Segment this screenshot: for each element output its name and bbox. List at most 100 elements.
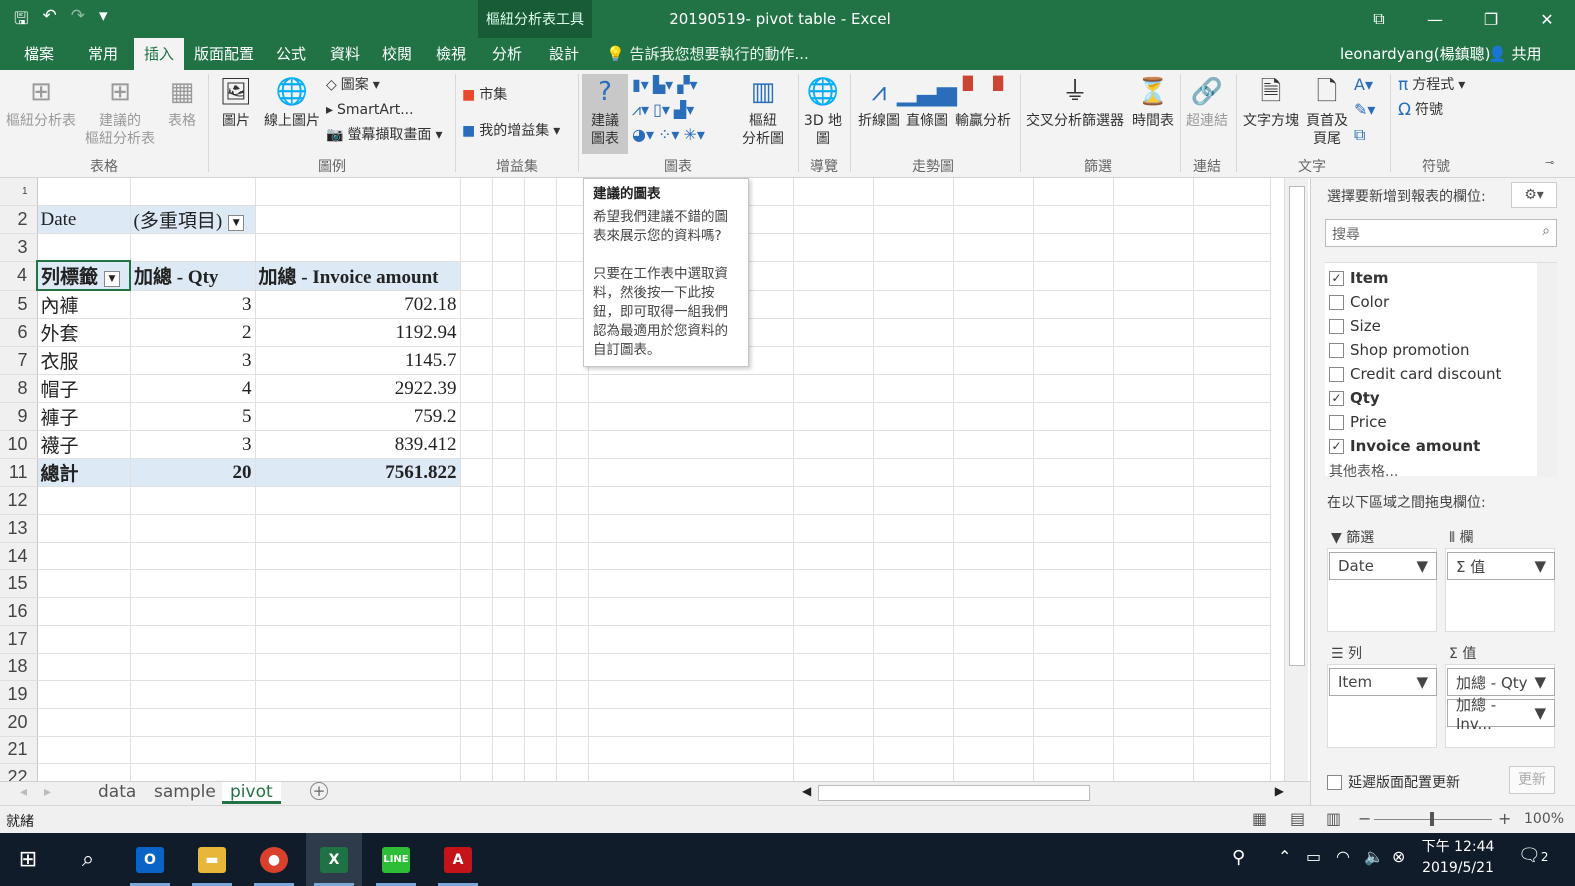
filter-value-cell[interactable]: (多重項目) ▼ <box>130 205 256 235</box>
row-number[interactable]: 13 <box>0 514 38 543</box>
pictures-button[interactable]: 🖼 圖片 <box>214 74 258 130</box>
wordart-button[interactable]: A▾ <box>1354 74 1373 96</box>
dropdown-arrow-icon[interactable]: ▼ <box>1416 673 1428 691</box>
table-cell[interactable]: 2 <box>130 318 256 348</box>
table-cell[interactable]: 3 <box>130 430 256 460</box>
checkbox-checked[interactable]: ✓ <box>1329 438 1344 454</box>
grand-total-invoice[interactable]: 7561.822 <box>255 458 461 488</box>
table-cell[interactable]: 帽子 <box>37 374 131 404</box>
save-icon[interactable]: 🖫 <box>14 6 28 35</box>
row-number[interactable]: 22 <box>0 763 38 781</box>
shapes-button[interactable]: ◇ 圖案 ▾ <box>326 74 380 96</box>
table-cell[interactable]: 1192.94 <box>255 318 461 348</box>
normal-view-icon[interactable]: ▦ <box>1252 809 1267 828</box>
textbox-button[interactable]: 🗎 文字方塊 <box>1240 74 1302 130</box>
row-number[interactable]: 16 <box>0 597 38 626</box>
scroll-thumb[interactable] <box>818 785 1090 801</box>
zoom-level[interactable]: 100% <box>1524 811 1564 827</box>
tab-insert[interactable]: 插入 <box>134 38 185 70</box>
table-button[interactable]: ▦ 表格 <box>162 74 202 130</box>
defer-update-option[interactable]: 延遲版面配置更新 <box>1327 772 1460 792</box>
row-number[interactable]: 9 <box>0 402 38 432</box>
table-cell[interactable]: 衣服 <box>37 346 131 376</box>
search-icon[interactable]: ⌕ <box>60 833 116 886</box>
online-pictures-button[interactable]: 🌐 線上圖片 <box>260 74 324 130</box>
statistic-chart-icon[interactable]: ▯▾ <box>653 99 670 121</box>
scroll-thumb[interactable] <box>1289 186 1305 666</box>
table-cell[interactable]: 褲子 <box>37 402 131 432</box>
table-cell[interactable]: 內褲 <box>37 290 131 320</box>
row-number[interactable]: 6 <box>0 318 38 348</box>
row-number[interactable]: 2 <box>0 205 38 235</box>
pie-chart-icon[interactable]: ◕▾ <box>632 124 654 146</box>
row-field-item[interactable]: Item ▼ <box>1329 668 1437 696</box>
tab-design[interactable]: 設計 <box>545 38 583 70</box>
row-number[interactable]: 14 <box>0 542 38 571</box>
file-explorer-icon[interactable]: ▬ <box>184 833 240 886</box>
tab-view[interactable]: 檢視 <box>432 38 470 70</box>
line-chart-icon[interactable]: ⩘▾ <box>632 99 649 121</box>
battery-icon[interactable]: ▭ <box>1306 847 1321 866</box>
checkbox[interactable] <box>1329 366 1344 382</box>
dropdown-arrow-icon[interactable]: ▼ <box>1534 557 1546 575</box>
page-layout-view-icon[interactable]: ▤ <box>1290 809 1305 828</box>
checkbox[interactable] <box>1329 342 1344 358</box>
grand-total-qty[interactable]: 20 <box>130 458 256 488</box>
network-warning-icon[interactable]: ⊗ <box>1392 847 1405 866</box>
row-number[interactable]: 10 <box>0 430 38 460</box>
sheet-tab-pivot[interactable]: pivot <box>222 782 281 804</box>
volume-icon[interactable]: 🔈 <box>1364 847 1384 866</box>
slicer-button[interactable]: ⏚ 交叉分析篩選器 <box>1022 74 1128 130</box>
sheet-tab-data[interactable]: data <box>98 782 136 804</box>
wifi-icon[interactable]: ◠ <box>1336 847 1350 866</box>
checkbox-checked[interactable]: ✓ <box>1329 390 1344 406</box>
checkbox[interactable] <box>1327 774 1342 790</box>
page-break-view-icon[interactable]: ▥ <box>1326 809 1341 828</box>
field-item[interactable]: ✓ Invoice amount <box>1329 437 1480 455</box>
ribbon-display-icon[interactable]: ⧉ <box>1351 0 1407 38</box>
row-number[interactable]: 4 <box>0 261 38 291</box>
sparkline-column-button[interactable]: ▁▃▅ 直條圖 <box>897 74 957 130</box>
tab-review[interactable]: 校閱 <box>378 38 416 70</box>
redo-icon[interactable]: ↷ <box>71 6 85 35</box>
user-account[interactable]: leonardyang(楊鎮聰) <box>1340 38 1491 70</box>
table-cell[interactable]: 839.412 <box>255 430 461 460</box>
tell-me-box[interactable]: 💡 告訴我您想要執行的動作... <box>606 38 809 70</box>
minimize-icon[interactable]: — <box>1407 0 1463 38</box>
row-number[interactable]: 8 <box>0 374 38 404</box>
recommended-pivottables-button[interactable]: ⊞ 建議的 樞紐分析表 <box>82 74 158 148</box>
row-number[interactable]: 7 <box>0 346 38 376</box>
dropdown-arrow-icon[interactable]: ▼ <box>1534 673 1546 691</box>
recommended-charts-button[interactable]: ? 建議 圖表 <box>582 74 628 154</box>
pivotchart-button[interactable]: ▥ 樞紐 分析圖 <box>736 74 790 148</box>
signature-line-button[interactable]: ✎▾ <box>1354 99 1375 121</box>
tab-analyze[interactable]: 分析 <box>488 38 526 70</box>
clock[interactable]: 下午 12:44 2019/5/21 <box>1418 837 1498 879</box>
sheet-tab-sample[interactable]: sample <box>154 782 216 804</box>
field-item[interactable]: ✓ Item <box>1329 269 1389 287</box>
row-number[interactable]: 3 <box>0 233 38 262</box>
row-number[interactable]: 18 <box>0 653 38 682</box>
zoom-out-icon[interactable]: − <box>1358 809 1371 828</box>
table-cell[interactable]: 5 <box>130 402 256 432</box>
value-field-invoice[interactable]: 加總 - Inv... ▼ <box>1447 696 1555 733</box>
header-footer-button[interactable]: 🗋 頁首及 頁尾 <box>1304 74 1350 148</box>
field-item[interactable]: Color <box>1329 293 1389 311</box>
chart-type-icons-3[interactable]: ◕▾ ⁘▾ ✳▾ <box>632 124 705 146</box>
row-labels-dropdown-icon[interactable]: ▼ <box>104 271 121 288</box>
field-item[interactable]: Credit card discount <box>1329 365 1501 383</box>
outlook-icon[interactable]: O <box>122 833 178 886</box>
row-number[interactable]: 1 <box>0 178 38 207</box>
people-icon[interactable]: ⚲ <box>1232 847 1245 868</box>
row-number[interactable]: 11 <box>0 458 38 488</box>
restore-icon[interactable]: ❐ <box>1463 0 1519 38</box>
waterfall-chart-icon[interactable]: ▞▾ <box>677 74 697 96</box>
field-item[interactable]: Size <box>1329 317 1381 335</box>
column-chart-icon[interactable]: ▮▾ <box>632 74 649 96</box>
table-cell[interactable]: 702.18 <box>255 290 461 320</box>
zoom-in-icon[interactable]: + <box>1498 809 1511 828</box>
customize-qat-icon[interactable]: ▾ <box>99 6 108 35</box>
combo-chart-icon[interactable]: ▟▾ <box>674 99 694 121</box>
prev-sheet-icon[interactable]: ◂ <box>20 784 27 800</box>
checkbox[interactable] <box>1329 414 1344 430</box>
